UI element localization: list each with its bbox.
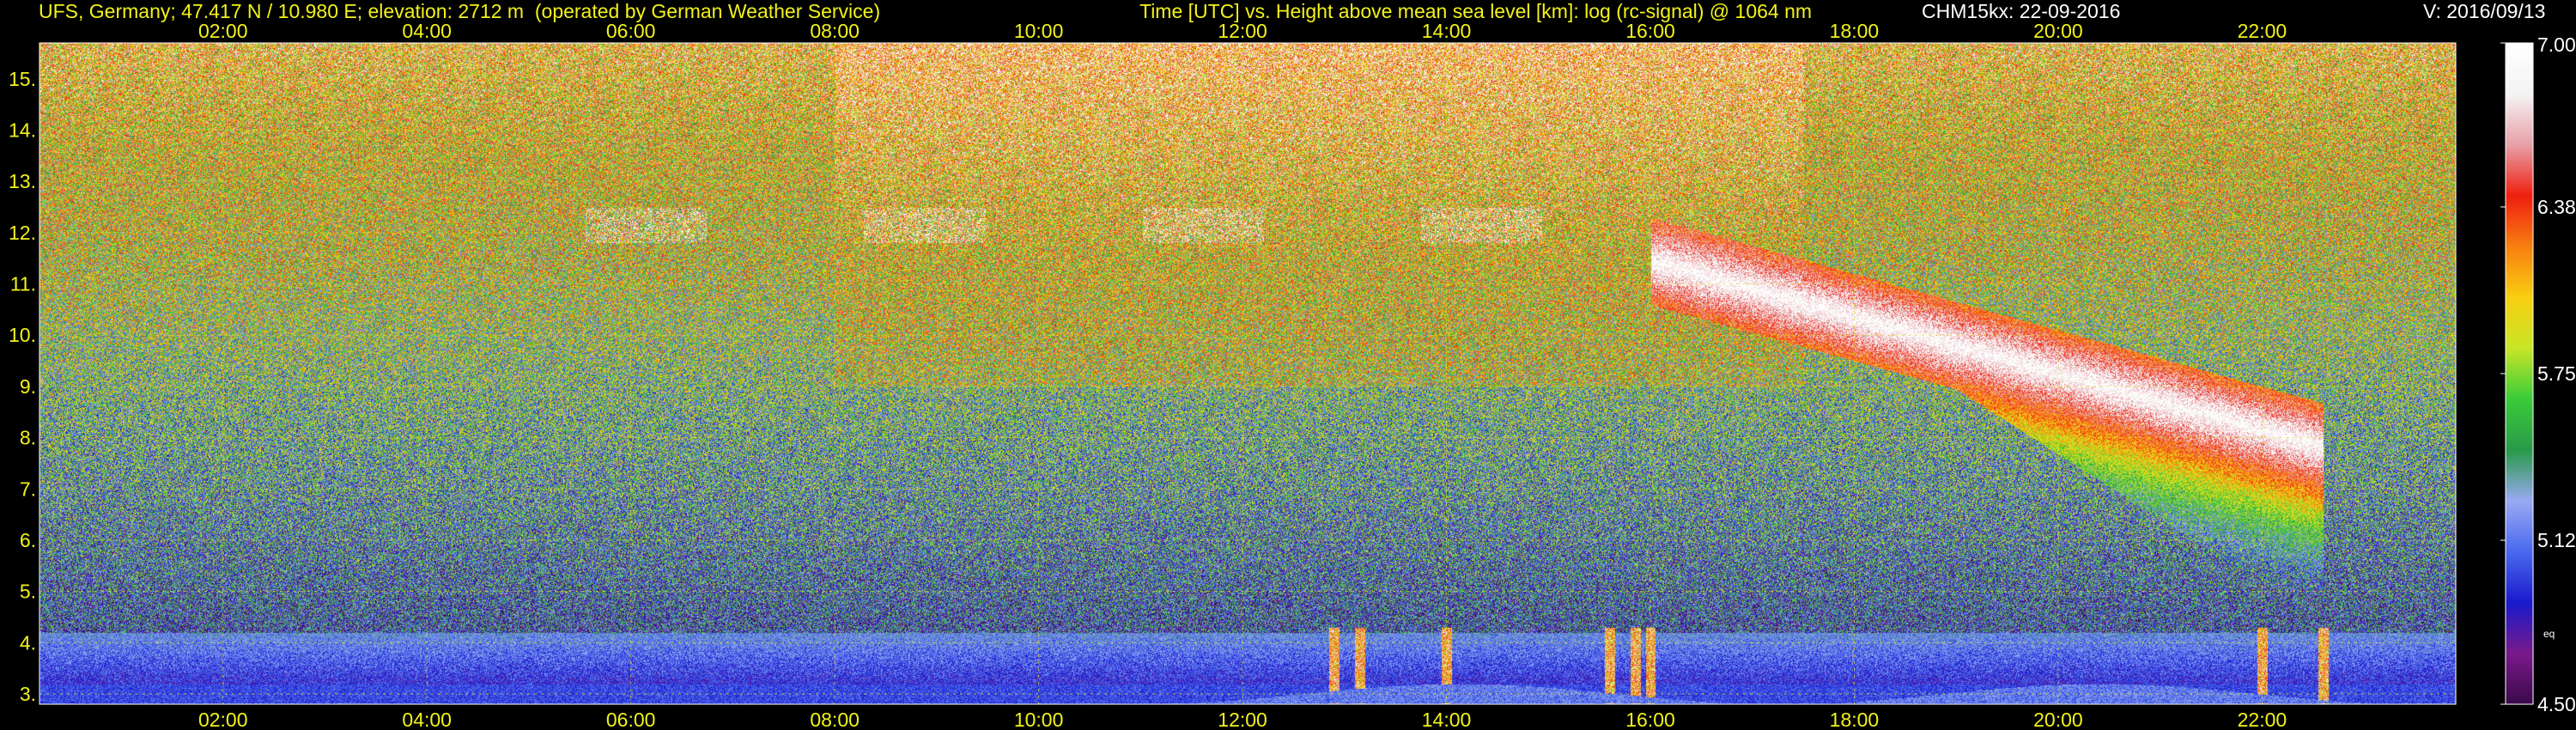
x-tick-label-top: 10:00 xyxy=(1014,20,1064,42)
x-tick-label-bottom: 16:00 xyxy=(1625,709,1675,730)
x-tick-label-top: 12:00 xyxy=(1218,20,1267,42)
x-tick-label-bottom: 20:00 xyxy=(2033,709,2083,730)
colorbar-label: eq xyxy=(2543,628,2555,640)
x-tick-label-top: 08:00 xyxy=(810,20,860,42)
x-tick-label-top: 18:00 xyxy=(1830,20,1880,42)
x-tick-label-top: 06:00 xyxy=(606,20,656,42)
y-tick-label: 7. xyxy=(20,478,36,500)
plot-frame xyxy=(39,42,2457,705)
x-tick-label-top: 14:00 xyxy=(1422,20,1472,42)
colorbar-tick-label: 6.38 xyxy=(2537,196,2576,218)
colorbar-tick-label: 5.12 xyxy=(2537,529,2576,551)
colorbar-tick-label: 4.50 xyxy=(2537,693,2576,715)
x-tick-label-top: 02:00 xyxy=(198,20,248,42)
x-tick-label-bottom: 02:00 xyxy=(198,709,248,730)
chart-axes: 02:00 02:00 04:00 04:00 06:00 06:00 08:00 08:00… xyxy=(9,20,2576,730)
colorbar-frame xyxy=(2505,42,2534,705)
x-tick-label-bottom: 18:00 xyxy=(1830,709,1880,730)
x-tick-label-top: 16:00 xyxy=(1625,20,1675,42)
x-tick-label-bottom: 08:00 xyxy=(810,709,860,730)
x-tick-label-top: 04:00 xyxy=(402,20,452,42)
y-tick-label: 11. xyxy=(10,273,36,295)
y-tick-label: 8. xyxy=(20,427,36,449)
y-tick-label: 14. xyxy=(9,119,36,141)
y-tick-label: 3. xyxy=(20,683,36,705)
y-tick-label: 13. xyxy=(9,170,36,192)
x-tick-label-bottom: 14:00 xyxy=(1422,709,1472,730)
y-tick-label: 5. xyxy=(20,581,36,603)
x-tick-label-bottom: 12:00 xyxy=(1218,709,1267,730)
colorbar-tick-label: 7.00 xyxy=(2537,33,2576,56)
y-tick-label: 10. xyxy=(9,324,36,346)
x-tick-label-bottom: 10:00 xyxy=(1014,709,1064,730)
x-tick-label-top: 22:00 xyxy=(2238,20,2287,42)
y-tick-label: 15. xyxy=(9,68,36,90)
y-tick-label: 9. xyxy=(20,375,36,398)
x-tick-label-bottom: 06:00 xyxy=(606,709,656,730)
x-tick-label-bottom: 04:00 xyxy=(402,709,452,730)
y-tick-label: 12. xyxy=(9,222,36,244)
x-tick-label-top: 20:00 xyxy=(2033,20,2083,42)
colorbar-tick-label: 5.75 xyxy=(2537,362,2576,385)
y-tick-label: 4. xyxy=(20,631,36,654)
x-tick-label-bottom: 22:00 xyxy=(2238,709,2287,730)
y-tick-label: 6. xyxy=(20,529,36,551)
